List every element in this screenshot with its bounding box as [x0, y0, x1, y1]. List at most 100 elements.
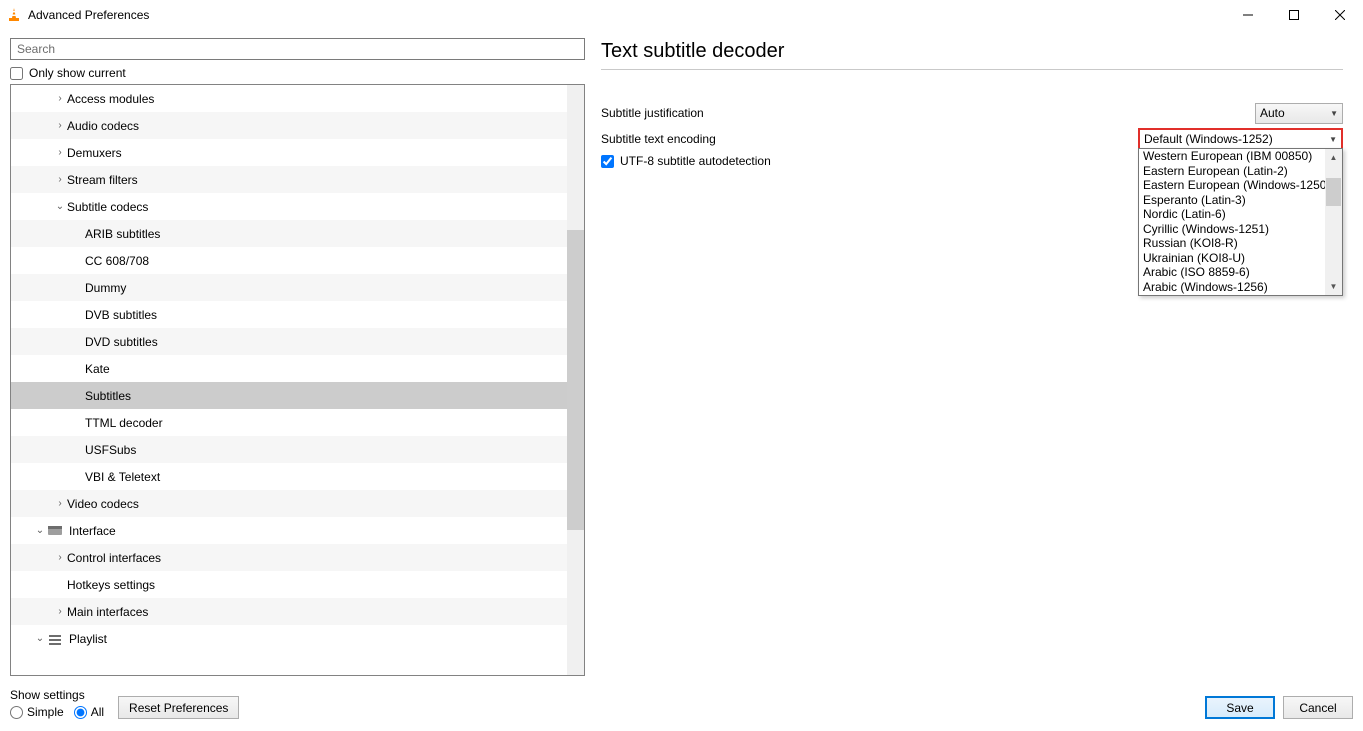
tree-view: ›Access modules›Audio codecs›Demuxers›St…: [10, 84, 585, 676]
dropdown-option[interactable]: Cyrillic (Windows-1251): [1139, 222, 1325, 237]
dropdown-scrollbar[interactable]: ▲ ▼: [1325, 149, 1342, 295]
dropdown-scroll-thumb[interactable]: [1326, 178, 1341, 206]
only-show-current-label: Only show current: [29, 66, 126, 80]
tree-item-label: Main interfaces: [67, 605, 148, 619]
save-button[interactable]: Save: [1205, 696, 1275, 719]
encoding-label: Subtitle text encoding: [601, 132, 716, 146]
tree-item[interactable]: ⌄ Playlist: [11, 625, 567, 652]
tree-item-label: Hotkeys settings: [67, 578, 155, 592]
tree-item-label: Access modules: [67, 92, 154, 106]
tree-item-label: Kate: [85, 362, 110, 376]
dropdown-option[interactable]: Esperanto (Latin-3): [1139, 193, 1325, 208]
tree-item-label: Video codecs: [67, 497, 139, 511]
chevron-right-icon[interactable]: ›: [53, 606, 67, 617]
tree-item[interactable]: CC 608/708: [11, 247, 567, 274]
tree-item-label: VBI & Teletext: [85, 470, 160, 484]
chevron-right-icon[interactable]: ›: [53, 552, 67, 563]
chevron-down-icon[interactable]: ⌄: [53, 201, 67, 212]
maximize-button[interactable]: [1271, 0, 1317, 30]
tree-item[interactable]: Kate: [11, 355, 567, 382]
dropdown-option[interactable]: Arabic (ISO 8859-6): [1139, 265, 1325, 280]
tree-item[interactable]: ›Access modules: [11, 85, 567, 112]
tree-item-label: Dummy: [85, 281, 126, 295]
dropdown-option[interactable]: Western European (IBM 00850): [1139, 149, 1325, 164]
tree-item-label: DVB subtitles: [85, 308, 157, 322]
tree-item[interactable]: ›Main interfaces: [11, 598, 567, 625]
tree-item[interactable]: USFSubs: [11, 436, 567, 463]
tree-item[interactable]: Dummy: [11, 274, 567, 301]
chevron-down-icon: ▼: [1330, 109, 1338, 118]
close-button[interactable]: [1317, 0, 1363, 30]
tree-item-label: Subtitle codecs: [67, 200, 148, 214]
playlist-icon: [47, 631, 63, 647]
all-radio[interactable]: All: [74, 705, 104, 719]
justification-label: Subtitle justification: [601, 106, 704, 120]
vlc-icon: [6, 7, 22, 23]
tree-item[interactable]: DVD subtitles: [11, 328, 567, 355]
tree-item[interactable]: ›Video codecs: [11, 490, 567, 517]
tree-item-label: Interface: [69, 524, 116, 538]
tree-item-label: CC 608/708: [85, 254, 149, 268]
justification-combobox[interactable]: Auto ▼: [1255, 103, 1343, 124]
tree-item[interactable]: ›Stream filters: [11, 166, 567, 193]
tree-item-label: TTML decoder: [85, 416, 163, 430]
chevron-right-icon[interactable]: ›: [53, 147, 67, 158]
chevron-right-icon[interactable]: ›: [53, 120, 67, 131]
titlebar: Advanced Preferences: [0, 0, 1363, 30]
dropdown-option[interactable]: Eastern European (Latin-2): [1139, 164, 1325, 179]
chevron-right-icon[interactable]: ›: [53, 93, 67, 104]
dropdown-option[interactable]: Arabic (Windows-1256): [1139, 280, 1325, 295]
tree-item-label: DVD subtitles: [85, 335, 158, 349]
tree-item[interactable]: Subtitles: [11, 382, 567, 409]
scroll-down-button[interactable]: ▼: [1325, 278, 1342, 295]
cancel-button[interactable]: Cancel: [1283, 696, 1353, 719]
tree-item[interactable]: ⌄Subtitle codecs: [11, 193, 567, 220]
window-buttons: [1225, 0, 1363, 30]
only-show-current-checkbox[interactable]: Only show current: [10, 66, 585, 80]
tree-item-label: Stream filters: [67, 173, 138, 187]
window-title: Advanced Preferences: [28, 8, 149, 22]
iface-icon: [47, 523, 63, 539]
encoding-combobox[interactable]: Default (Windows-1252) ▼: [1138, 128, 1343, 150]
tree-item[interactable]: ARIB subtitles: [11, 220, 567, 247]
footer: Show settings Simple All Reset Preferenc…: [0, 676, 1363, 731]
show-settings-label: Show settings: [10, 688, 104, 702]
tree-item[interactable]: VBI & Teletext: [11, 463, 567, 490]
dropdown-option[interactable]: Nordic (Latin-6): [1139, 207, 1325, 222]
search-input[interactable]: [10, 38, 585, 60]
page-title: Text subtitle decoder: [601, 40, 1343, 69]
tree-item[interactable]: TTML decoder: [11, 409, 567, 436]
chevron-right-icon[interactable]: ›: [53, 498, 67, 509]
dropdown-option[interactable]: Russian (KOI8-R): [1139, 236, 1325, 251]
tree-item-label: USFSubs: [85, 443, 136, 457]
chevron-right-icon[interactable]: ›: [53, 174, 67, 185]
scroll-up-button[interactable]: ▲: [1325, 149, 1342, 166]
tree-scrollbar[interactable]: [567, 85, 584, 675]
left-pane: Only show current ›Access modules›Audio …: [10, 38, 585, 676]
tree-item[interactable]: ›Audio codecs: [11, 112, 567, 139]
chevron-down-icon[interactable]: ⌄: [33, 525, 47, 536]
tree-item-label: Subtitles: [85, 389, 131, 403]
tree-item[interactable]: ›Control interfaces: [11, 544, 567, 571]
tree-item-label: ARIB subtitles: [85, 227, 160, 241]
utf8-label: UTF-8 subtitle autodetection: [620, 154, 771, 168]
divider: [601, 69, 1343, 70]
tree-item-label: Playlist: [69, 632, 107, 646]
simple-radio[interactable]: Simple: [10, 705, 64, 719]
dropdown-option[interactable]: Ukrainian (KOI8-U): [1139, 251, 1325, 266]
right-pane: Text subtitle decoder Subtitle justifica…: [601, 38, 1353, 676]
tree-item[interactable]: ⌄ Interface: [11, 517, 567, 544]
tree-item[interactable]: Hotkeys settings: [11, 571, 567, 598]
dropdown-option[interactable]: Eastern European (Windows-1250): [1139, 178, 1325, 193]
tree-item-label: Audio codecs: [67, 119, 139, 133]
tree-item-label: Demuxers: [67, 146, 122, 160]
chevron-down-icon: ▼: [1329, 135, 1337, 144]
tree-item-label: Control interfaces: [67, 551, 161, 565]
reset-preferences-button[interactable]: Reset Preferences: [118, 696, 239, 719]
minimize-button[interactable]: [1225, 0, 1271, 30]
tree-scroll-thumb[interactable]: [567, 230, 584, 530]
tree-item[interactable]: DVB subtitles: [11, 301, 567, 328]
tree-item[interactable]: ›Demuxers: [11, 139, 567, 166]
encoding-dropdown-list[interactable]: Western European (IBM 00850)Eastern Euro…: [1138, 148, 1343, 296]
chevron-down-icon[interactable]: ⌄: [33, 633, 47, 644]
